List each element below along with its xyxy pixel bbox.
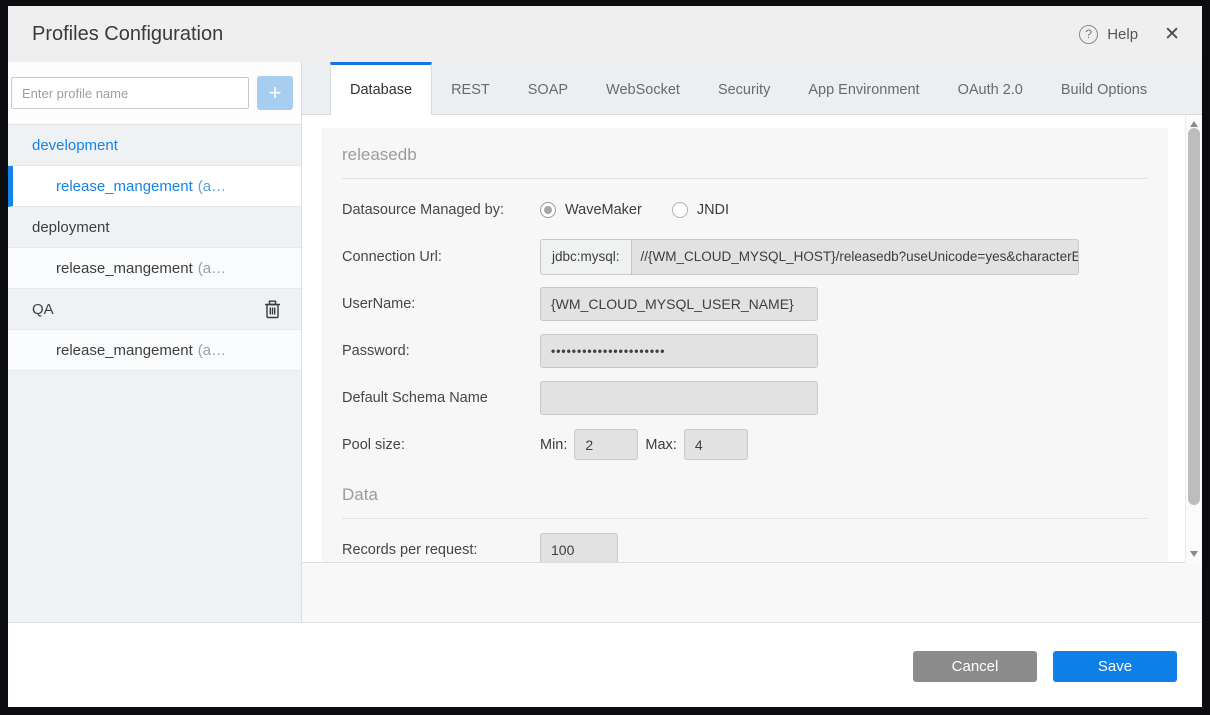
pool-size-label: Pool size: [342,437,540,453]
header-actions: ? Help ✕ [1079,25,1180,44]
connection-url-row: Connection Url: jdbc:mysql: //{WM_CLOUD_… [342,233,1148,280]
profile-item-label: release_mangement [56,342,193,359]
profile-group-label: QA [32,301,54,318]
profile-item-suffix: (a… [198,260,226,277]
scroll-up-icon [1190,121,1198,127]
tab-database[interactable]: Database [330,62,432,115]
tab-oauth[interactable]: OAuth 2.0 [939,62,1042,114]
vertical-scrollbar[interactable] [1185,115,1202,563]
profile-group-label: development [32,137,118,154]
datasource-label: Datasource Managed by: [342,202,540,218]
sidebar-item-release-mangement-qa[interactable]: release_mangement (a… [8,330,301,371]
tab-build-options[interactable]: Build Options [1042,62,1166,114]
pool-max-label: Max: [645,437,676,453]
default-schema-field[interactable] [540,381,818,415]
connection-url-prefix: jdbc:mysql: [540,239,632,275]
profile-settings-area: Database REST SOAP WebSocket Security Ap… [302,62,1202,622]
tab-app-environment[interactable]: App Environment [789,62,938,114]
profile-name-input[interactable] [11,77,249,109]
scroll-down-icon [1190,551,1198,557]
datasource-row: Datasource Managed by: WaveMaker JNDI [342,186,1148,233]
radio-wavemaker-label[interactable]: WaveMaker [565,202,642,218]
sidebar-item-release-mangement-deploy[interactable]: release_mangement (a… [8,248,301,289]
settings-tabbar: Database REST SOAP WebSocket Security Ap… [302,62,1202,115]
tab-content-wrap: releasedb Datasource Managed by: WaveMak… [302,115,1202,622]
save-button[interactable]: Save [1053,651,1177,682]
default-schema-label: Default Schema Name [342,390,540,406]
help-link[interactable]: Help [1107,26,1138,43]
database-form-panel: releasedb Datasource Managed by: WaveMak… [322,128,1168,563]
password-row: Password: [342,327,1148,374]
profile-item-label: release_mangement [56,260,193,277]
scrollbar-thumb[interactable] [1188,128,1200,505]
database-tab-panel: releasedb Datasource Managed by: WaveMak… [302,115,1202,563]
radio-jndi-label[interactable]: JNDI [697,202,729,218]
password-field[interactable] [540,334,818,368]
sidebar-item-release-mangement-dev[interactable]: release_mangement (a… [8,166,301,207]
password-label: Password: [342,343,540,359]
connection-url-label: Connection Url: [342,249,540,265]
add-profile-button[interactable]: + [257,76,293,110]
profile-create-row: + [8,62,301,124]
radio-jndi[interactable] [672,202,688,218]
profile-list: development release_mangement (a… deploy… [8,124,301,371]
profiles-sidebar: + development release_mangement (a… depl… [8,62,302,622]
profile-item-suffix: (a… [198,342,226,359]
username-field[interactable] [540,287,818,321]
datasource-radio-group: WaveMaker JNDI [540,202,729,218]
sidebar-item-qa[interactable]: QA [8,289,301,330]
profiles-configuration-dialog: Profiles Configuration ? Help ✕ + develo… [8,6,1202,707]
profile-item-label: release_mangement [56,178,193,195]
profile-group-label: deployment [32,219,110,236]
close-icon[interactable]: ✕ [1164,25,1180,44]
profile-item-suffix: (a… [198,178,226,195]
pool-max-field[interactable] [684,429,748,460]
default-schema-row: Default Schema Name [342,374,1148,421]
scroll-down-button[interactable] [1186,547,1202,561]
section-title-releasedb: releasedb [342,128,1148,179]
dialog-body: + development release_mangement (a… depl… [8,62,1202,622]
records-per-request-row: Records per request: [342,526,1148,563]
sidebar-item-deployment[interactable]: deployment [8,207,301,248]
records-per-request-field[interactable] [540,533,618,564]
connection-url-field[interactable]: //{WM_CLOUD_MYSQL_HOST}/releasedb?useUni… [631,239,1079,275]
section-title-data: Data [342,468,1148,519]
tab-rest[interactable]: REST [432,62,509,114]
screen-backdrop: Profiles Configuration ? Help ✕ + develo… [0,0,1210,715]
sidebar-item-development[interactable]: development [8,125,301,166]
username-row: UserName: [342,280,1148,327]
dialog-header: Profiles Configuration ? Help ✕ [8,6,1202,62]
page-title: Profiles Configuration [32,23,223,46]
dialog-footer: Cancel Save [8,622,1202,707]
help-icon[interactable]: ? [1079,25,1098,44]
tab-security[interactable]: Security [699,62,789,114]
trash-icon[interactable] [264,300,281,319]
pool-min-label: Min: [540,437,567,453]
pool-min-field[interactable] [574,429,638,460]
records-per-request-label: Records per request: [342,542,540,558]
tab-soap[interactable]: SOAP [509,62,587,114]
tab-websocket[interactable]: WebSocket [587,62,699,114]
pool-size-row: Pool size: Min: Max: [342,421,1148,468]
radio-wavemaker[interactable] [540,202,556,218]
cancel-button[interactable]: Cancel [913,651,1037,682]
username-label: UserName: [342,296,540,312]
